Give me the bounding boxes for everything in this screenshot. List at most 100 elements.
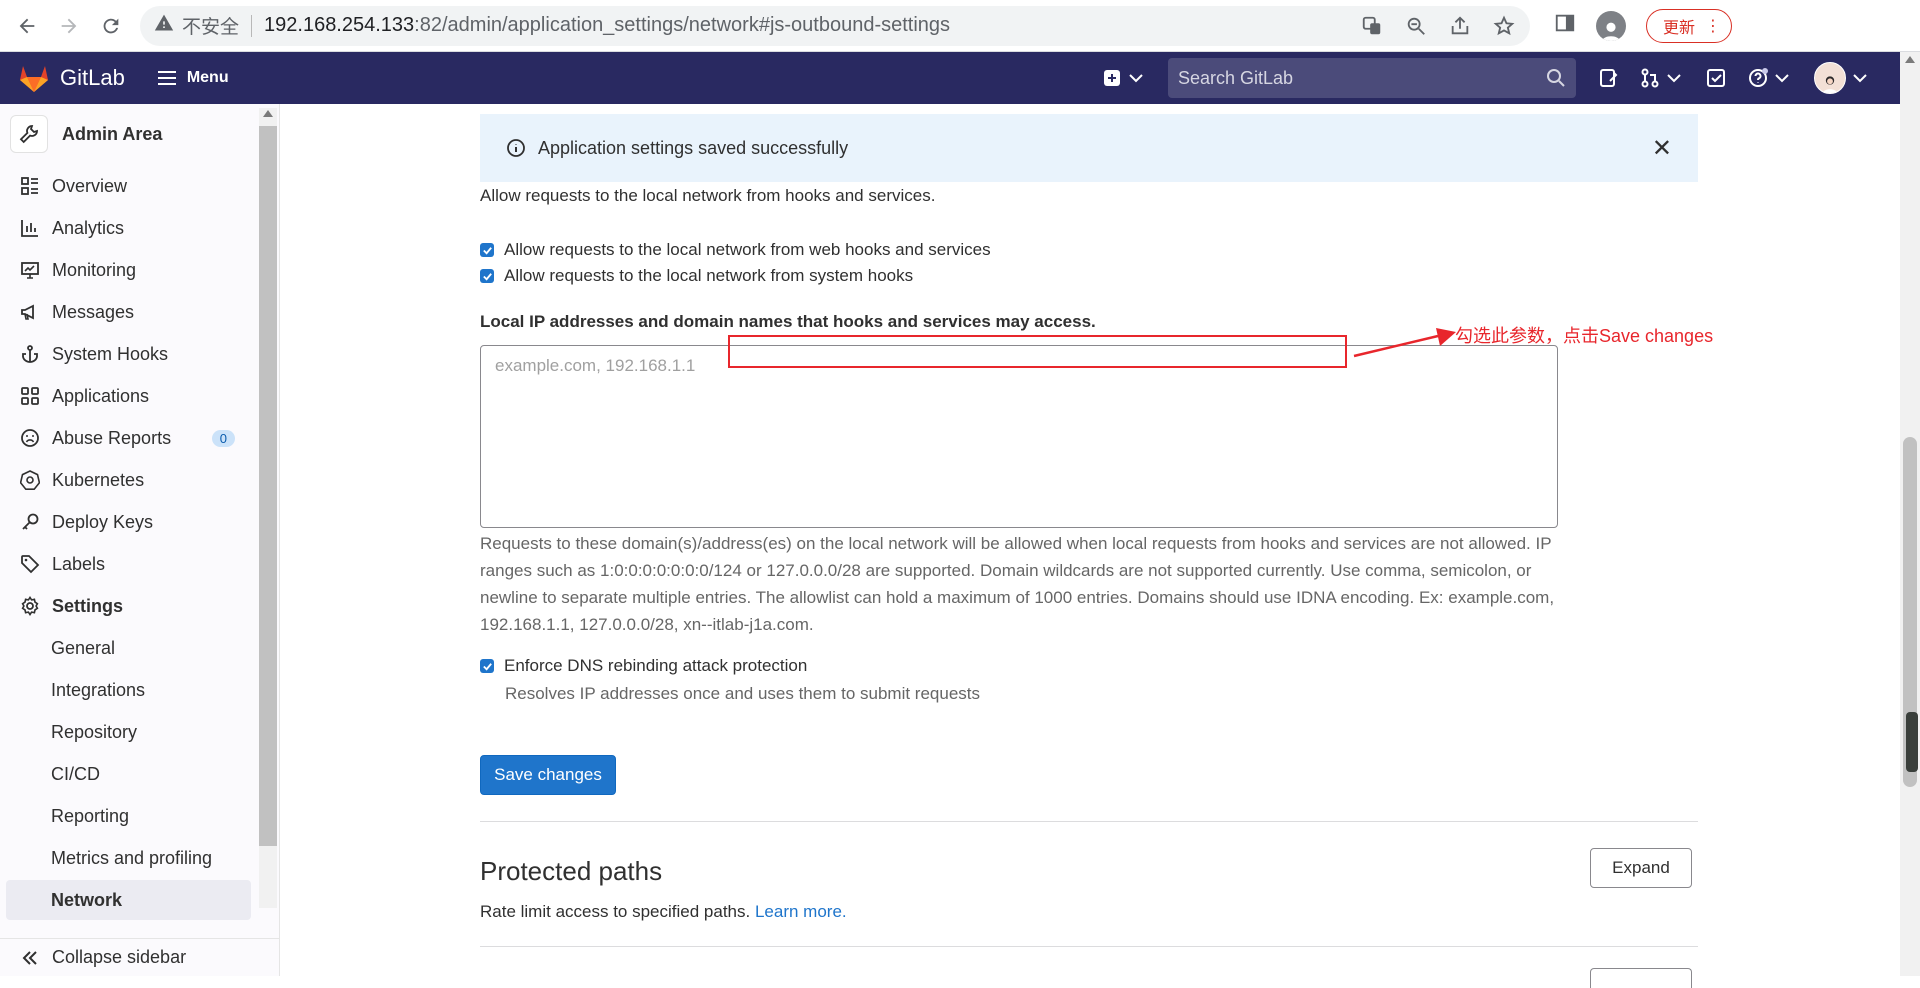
double-chevron-left-icon (22, 950, 37, 965)
dns-rebinding-checkbox[interactable]: Enforce DNS rebinding attack protection (480, 656, 807, 676)
sidebar-item-deploy-keys[interactable]: Deploy Keys (6, 502, 251, 542)
divider (480, 946, 1698, 947)
close-icon[interactable]: ✕ (1652, 134, 1672, 163)
monitoring-icon (21, 262, 39, 279)
checkbox-checked-icon[interactable] (480, 269, 494, 283)
chevron-down-icon (1775, 74, 1789, 83)
expand-button[interactable]: Expand (1590, 848, 1692, 888)
chevron-down-icon (1853, 74, 1867, 83)
sidebar-item-messages[interactable]: Messages (6, 292, 251, 332)
new-dropdown[interactable] (1102, 68, 1146, 88)
sidebar-item-system-hooks[interactable]: System Hooks (6, 334, 251, 374)
translate-icon[interactable] (1360, 14, 1384, 38)
system-hooks-checkbox[interactable]: Allow requests to the local network from… (480, 266, 913, 286)
sidebar-scrollbar[interactable] (259, 108, 277, 908)
gitlab-logo[interactable]: GitLab (18, 63, 125, 93)
side-panel-icon[interactable] (1554, 12, 1576, 39)
sidebar: Admin Area Overview Analytics Monitoring… (0, 104, 280, 976)
user-avatar (1814, 62, 1846, 94)
allowlist-label: Local IP addresses and domain names that… (480, 312, 1096, 331)
sidebar-item-label: Abuse Reports (52, 427, 172, 448)
chevron-down-icon (1667, 74, 1681, 83)
sidebar-subitem-reporting[interactable]: Reporting (6, 796, 251, 836)
sidebar-subitem-cicd[interactable]: CI/CD (6, 754, 251, 794)
user-menu[interactable] (1814, 62, 1870, 94)
sidebar-item-label: Analytics (52, 217, 125, 238)
window-scrollbar[interactable] (1900, 52, 1920, 976)
sidebar-context-header[interactable]: Admin Area (10, 112, 162, 156)
checkbox-checked-icon[interactable] (480, 659, 494, 673)
collapse-sidebar-button[interactable]: Collapse sidebar (0, 938, 279, 976)
warning-icon (154, 13, 174, 39)
checkbox-checked-icon[interactable] (480, 243, 494, 257)
chevron-down-icon (1129, 74, 1143, 83)
label-icon (21, 555, 40, 574)
learn-more-link[interactable]: Learn more. (755, 902, 847, 921)
separator (251, 14, 253, 37)
sidebar-item-label: Overview (52, 175, 128, 196)
next-section-expand-button[interactable] (1590, 968, 1692, 988)
web-hooks-checkbox-label: Allow requests to the local network from… (504, 240, 991, 259)
scroll-up-icon[interactable] (1905, 56, 1915, 63)
forward-icon[interactable] (54, 11, 84, 41)
annotation-arrow-icon (1353, 328, 1456, 358)
sidebar-item-analytics[interactable]: Analytics (6, 208, 251, 248)
annotation-highlight-box (728, 335, 1347, 368)
plus-square-icon (1104, 70, 1120, 86)
save-changes-button[interactable]: Save changes (480, 755, 616, 795)
zoom-icon[interactable] (1404, 14, 1428, 38)
url-host: 192.168.254.133 (264, 14, 415, 36)
sidebar-subitem-metrics[interactable]: Metrics and profiling (6, 838, 251, 878)
sidebar-subitem-integrations[interactable]: Integrations (6, 670, 251, 710)
issues-icon[interactable] (1598, 68, 1618, 88)
sidebar-item-monitoring[interactable]: Monitoring (6, 250, 251, 290)
protected-paths-title: Protected paths (480, 856, 663, 886)
sidebar-item-settings[interactable]: Settings (6, 586, 251, 626)
more-vert-icon: ⋮ (1705, 17, 1722, 35)
sidebar-subitem-repository[interactable]: Repository (6, 712, 251, 752)
back-icon[interactable] (12, 11, 42, 41)
merge-requests-dropdown[interactable] (1640, 68, 1684, 88)
bookmark-star-icon[interactable] (1492, 14, 1516, 38)
menu-button[interactable]: Menu (157, 69, 229, 87)
annotation-note: 勾选此参数，点击Save changes (1455, 326, 1714, 346)
update-button[interactable]: 更新 ⋮ (1646, 8, 1733, 43)
collapse-sidebar-label: Collapse sidebar (52, 947, 187, 967)
help-icon (1749, 68, 1768, 87)
hamburger-icon (157, 71, 176, 85)
web-hooks-checkbox[interactable]: Allow requests to the local network from… (480, 240, 991, 260)
sidebar-item-label: Monitoring (52, 259, 137, 280)
share-icon[interactable] (1448, 14, 1472, 38)
search-input[interactable]: Search GitLab (1168, 58, 1576, 98)
todos-icon[interactable] (1706, 68, 1726, 88)
sidebar-item-label: Kubernetes (52, 469, 145, 490)
gitlab-header: GitLab Menu Search GitLab (0, 52, 1920, 104)
address-bar[interactable]: 不安全 192.168.254.133:82/admin/application… (140, 5, 1530, 46)
allowlist-textarea[interactable]: example.com, 192.168.1.1 (480, 345, 1558, 528)
sidebar-item-label: Deploy Keys (52, 511, 154, 532)
dns-rebinding-help: Resolves IP addresses once and uses them… (505, 684, 980, 703)
sidebar-item-label: System Hooks (52, 343, 169, 364)
reload-icon[interactable] (96, 11, 126, 41)
help-dropdown[interactable] (1748, 68, 1792, 88)
divider (480, 821, 1698, 822)
sidebar-scroll-thumb[interactable] (259, 126, 277, 846)
sidebar-item-labels[interactable]: Labels (6, 544, 251, 584)
sidebar-item-label: Applications (52, 385, 150, 406)
sidebar-item-abuse-reports[interactable]: Abuse Reports 0 (6, 418, 251, 458)
sidebar-item-kubernetes[interactable]: Kubernetes (6, 460, 251, 500)
merge-request-icon (1641, 68, 1659, 88)
sidebar-item-applications[interactable]: Applications (6, 376, 251, 416)
analytics-icon (21, 220, 38, 237)
profile-icon[interactable] (1596, 10, 1626, 41)
allowlist-placeholder: example.com, 192.168.1.1 (495, 356, 696, 375)
key-icon (22, 513, 39, 530)
settings-icon (21, 596, 39, 616)
sidebar-subitem-general[interactable]: General (6, 628, 251, 668)
scroll-up-icon[interactable] (263, 110, 273, 117)
scroll-marker (1906, 712, 1918, 772)
update-label: 更新 (1663, 19, 1696, 37)
sidebar-item-overview[interactable]: Overview (6, 166, 251, 206)
sidebar-item-label: Labels (52, 553, 106, 574)
sidebar-subitem-network[interactable]: Network (6, 880, 251, 920)
